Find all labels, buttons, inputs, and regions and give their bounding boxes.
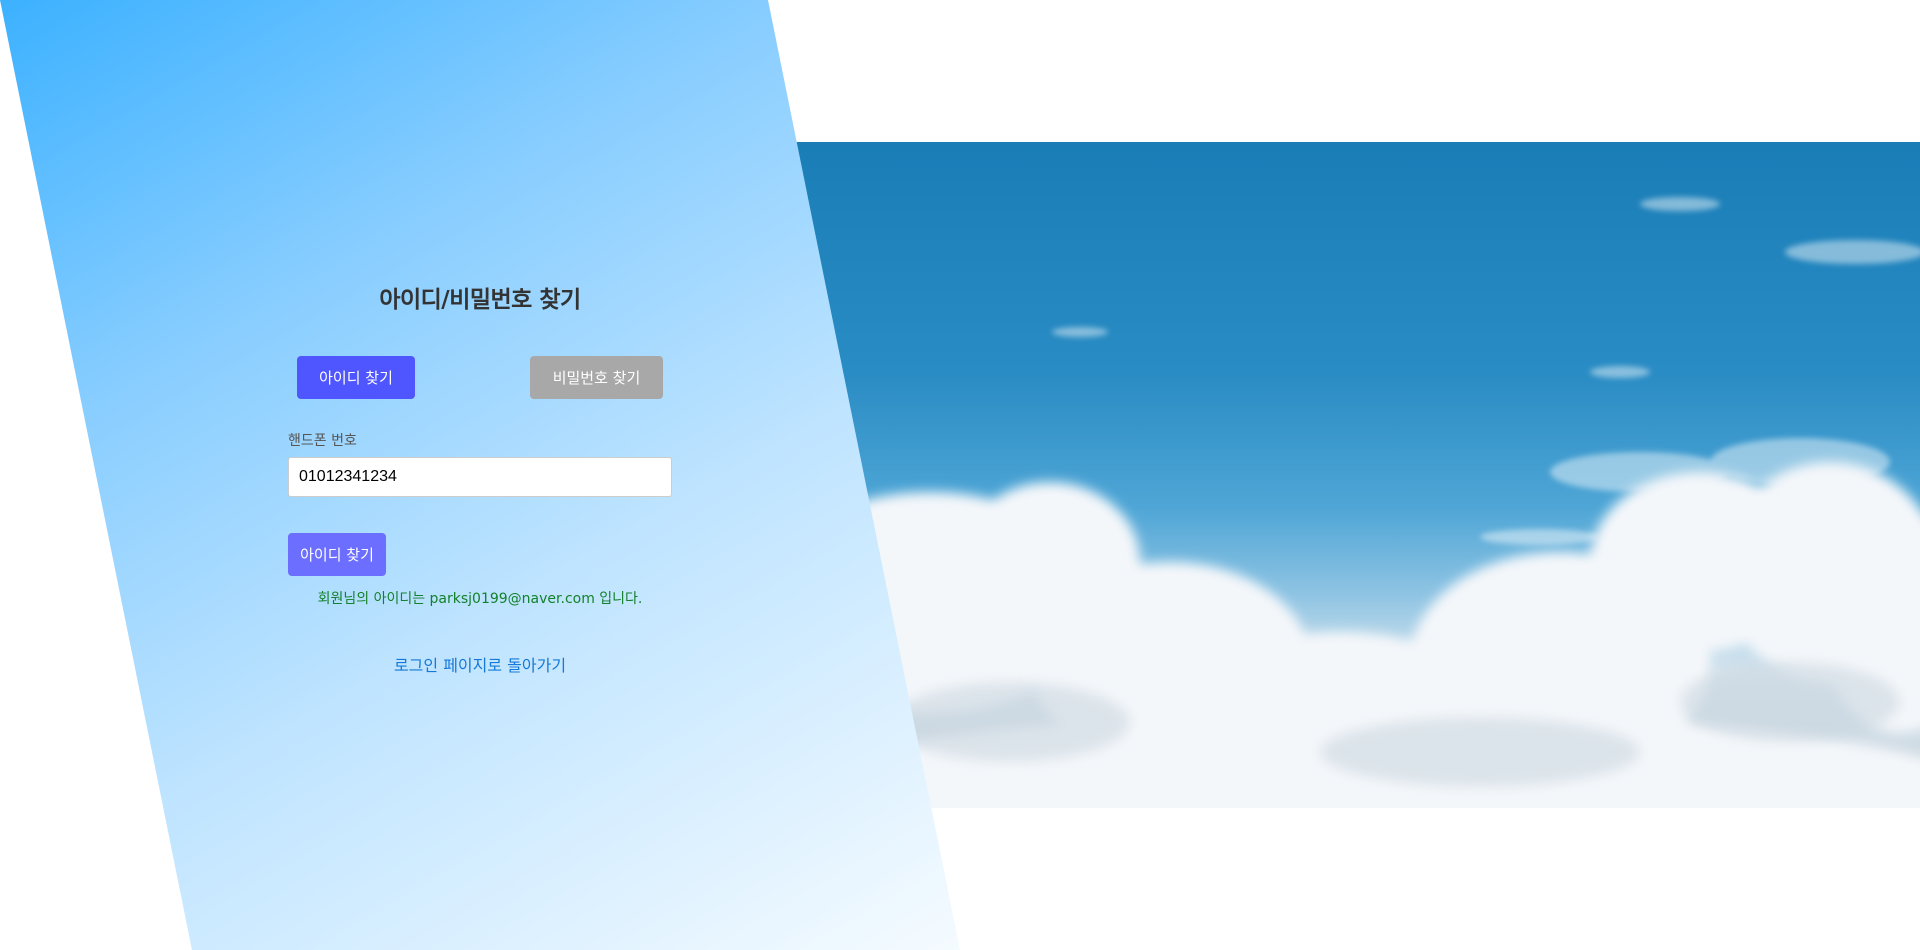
clouds-illustration	[780, 197, 1920, 808]
back-to-login-link[interactable]: 로그인 페이지로 돌아가기	[288, 652, 672, 676]
find-id-submit-button[interactable]: 아이디 찾기	[288, 533, 386, 576]
phone-input[interactable]	[288, 457, 672, 497]
phone-label: 핸드폰 번호	[288, 433, 357, 449]
sky-clouds-image	[780, 142, 1920, 808]
tab-find-password[interactable]: 비밀번호 찾기	[530, 356, 663, 399]
page-title: 아이디/비밀번호 찾기	[379, 287, 581, 313]
result-message: 회원님의 아이디는 parksj0199@naver.com 입니다.	[317, 591, 643, 607]
tab-find-id[interactable]: 아이디 찾기	[297, 356, 415, 399]
page: 아이디/비밀번호 찾기 아이디 찾기 비밀번호 찾기 핸드폰 번호 아이디 찾기…	[0, 0, 1920, 950]
